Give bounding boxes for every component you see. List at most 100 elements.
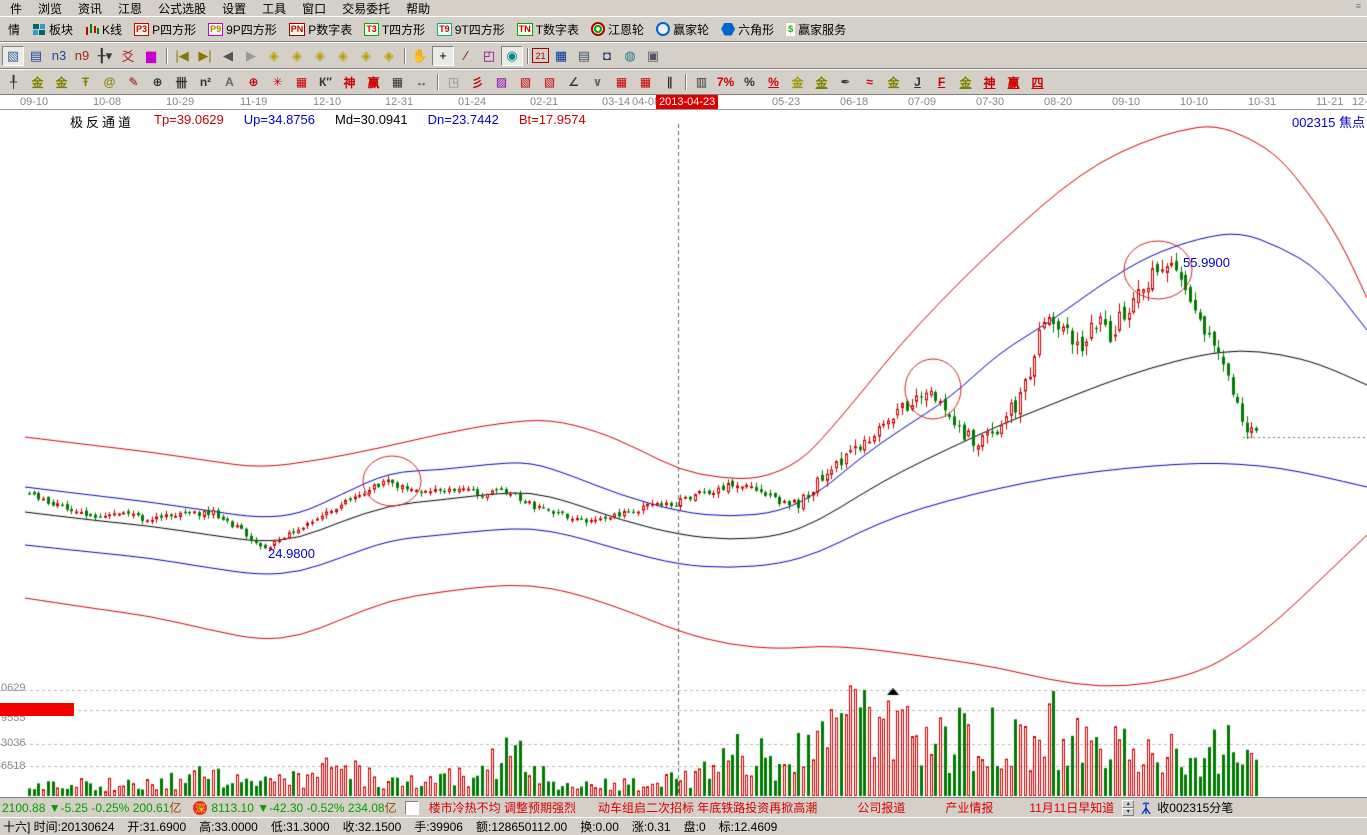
- ticker-splitter[interactable]: [405, 801, 419, 815]
- wave-icon[interactable]: ≈: [858, 72, 881, 92]
- diamond-nav-6-icon[interactable]: ◈: [378, 46, 400, 66]
- diamond-nav-4-icon[interactable]: ◈: [332, 46, 354, 66]
- percent-lines-icon[interactable]: %: [762, 72, 785, 92]
- gold-angle-icon[interactable]: 金: [954, 72, 977, 92]
- feature-kline[interactable]: K线: [79, 20, 128, 39]
- four-angle-icon[interactable]: 四: [1026, 72, 1049, 92]
- diamond-nav-3-icon[interactable]: ◈: [309, 46, 331, 66]
- menu-help[interactable]: 帮助: [398, 0, 438, 17]
- trendline-icon[interactable]: ∕: [455, 46, 477, 66]
- red-circle-cross-icon[interactable]: ⊕: [242, 72, 265, 92]
- spin-down-icon[interactable]: ▾: [1122, 808, 1134, 816]
- percent-7-icon[interactable]: 7%: [714, 72, 737, 92]
- feature-sectors[interactable]: 板块: [26, 20, 79, 39]
- print-icon[interactable]: ▣: [642, 46, 664, 66]
- feature-t-table[interactable]: TN T数字表: [511, 20, 585, 39]
- news-headline[interactable]: 楼市冷热不均 调整预期强烈: [429, 799, 576, 816]
- calendar-icon[interactable]: 21: [532, 48, 549, 63]
- feature-9p-square[interactable]: P9 9P四方形: [202, 20, 283, 39]
- last-bar-icon[interactable]: ▶|: [194, 46, 216, 66]
- feature-t-square[interactable]: T3 T四方形: [358, 20, 431, 39]
- menu-gann[interactable]: 江恩: [110, 0, 150, 17]
- feature-hexagon[interactable]: 六角形: [715, 20, 780, 39]
- angle-lines-icon[interactable]: ∠: [562, 72, 585, 92]
- f-line-icon[interactable]: Ŧ: [74, 72, 97, 92]
- red-diag-box-icon[interactable]: ▧: [538, 72, 561, 92]
- next-bar-icon[interactable]: ▶: [240, 46, 262, 66]
- parallel-lines-icon[interactable]: ∥: [658, 72, 681, 92]
- separator[interactable]: [524, 46, 531, 66]
- red-square-web-icon[interactable]: ▦: [290, 72, 313, 92]
- prev-bar-icon[interactable]: ◀: [217, 46, 239, 66]
- feature-winner-wheel[interactable]: 赢家轮: [650, 20, 715, 39]
- chart-n9-icon[interactable]: n9: [71, 46, 93, 66]
- ying-tool-icon[interactable]: 赢: [362, 72, 385, 92]
- feature-9t-square[interactable]: T9 9T四方形: [431, 20, 511, 39]
- shen-tool-icon[interactable]: 神: [338, 72, 361, 92]
- pen-flag-icon[interactable]: ✎: [122, 72, 145, 92]
- tick-detail-link[interactable]: 收002315分笔: [1157, 799, 1233, 816]
- main-chart-canvas[interactable]: [0, 110, 1367, 797]
- calculator-icon[interactable]: ▦: [550, 46, 572, 66]
- candle-style-icon[interactable]: ╂▾: [94, 46, 116, 66]
- ruler-grid-icon[interactable]: ▦: [386, 72, 409, 92]
- f-angle-icon[interactable]: F: [930, 72, 953, 92]
- ticker-spinner[interactable]: ▴▾: [1122, 800, 1134, 816]
- news-headline[interactable]: 产业情报: [945, 799, 993, 816]
- separator[interactable]: [163, 46, 170, 66]
- menu-file[interactable]: 件: [2, 0, 30, 17]
- knot-icon[interactable]: 爻: [117, 46, 139, 66]
- info-list-icon[interactable]: ▤: [25, 46, 47, 66]
- feature-quotes[interactable]: 情: [2, 20, 26, 39]
- width-measure-icon[interactable]: ↔: [410, 72, 433, 92]
- circle-ticks-icon[interactable]: ⊕: [146, 72, 169, 92]
- save-icon[interactable]: ◘: [596, 46, 618, 66]
- spin-up-icon[interactable]: ▴: [1122, 800, 1134, 808]
- menu-browse[interactable]: 浏览: [30, 0, 70, 17]
- shen-angle-icon[interactable]: 神: [978, 72, 1001, 92]
- diamond-nav-2-icon[interactable]: ◈: [286, 46, 308, 66]
- red-grid-icon[interactable]: ▦: [610, 72, 633, 92]
- scene-view-icon[interactable]: ▧: [2, 46, 24, 66]
- spiral-icon[interactable]: @: [98, 72, 121, 92]
- separator[interactable]: [401, 46, 408, 66]
- gold-circle-icon[interactable]: 金: [786, 72, 809, 92]
- gold-line-2-icon[interactable]: 金: [50, 72, 73, 92]
- ink-pen-icon[interactable]: ✒: [834, 72, 857, 92]
- news-headline[interactable]: 11月11日早知道: [1029, 799, 1114, 816]
- gold-levels-icon[interactable]: 金: [810, 72, 833, 92]
- feature-gann-wheel[interactable]: 江恩轮: [585, 20, 650, 39]
- j-angle-icon[interactable]: J: [906, 72, 929, 92]
- clamp-tool-icon[interactable]: ◰: [478, 46, 500, 66]
- crosshair-icon[interactable]: +: [432, 46, 454, 66]
- news-headline[interactable]: 公司报道: [857, 799, 905, 816]
- v-dotted-icon[interactable]: ∨: [586, 72, 609, 92]
- color-histogram-icon[interactable]: ▆: [140, 46, 162, 66]
- menu-settings[interactable]: 设置: [214, 0, 254, 17]
- menu-tools[interactable]: 工具: [254, 0, 294, 17]
- export-mail-icon[interactable]: ◍: [619, 46, 641, 66]
- box-select-icon[interactable]: ◳: [442, 72, 465, 92]
- grid-count-icon[interactable]: 卌: [170, 72, 193, 92]
- menu-window[interactable]: 窗口: [294, 0, 334, 17]
- menu-trade[interactable]: 交易委托: [334, 0, 398, 17]
- percent-icon[interactable]: %: [738, 72, 761, 92]
- k-double-icon[interactable]: К″: [314, 72, 337, 92]
- chart-n3-icon[interactable]: n3: [48, 46, 70, 66]
- n-square-icon[interactable]: n²: [194, 72, 217, 92]
- feature-p-table[interactable]: PN P数字表: [283, 20, 359, 39]
- brain-ai-icon[interactable]: ◉: [501, 46, 523, 66]
- red-grid-arrow-icon[interactable]: ▦: [634, 72, 657, 92]
- feature-p-square[interactable]: P3 P四方形: [128, 20, 202, 39]
- menu-news[interactable]: 资讯: [70, 0, 110, 17]
- purple-fan-icon[interactable]: ▨: [490, 72, 513, 92]
- red-x-box-icon[interactable]: ▧: [514, 72, 537, 92]
- mirror-a-icon[interactable]: A: [218, 72, 241, 92]
- first-bar-icon[interactable]: |◀: [171, 46, 193, 66]
- menu-formula-picker[interactable]: 公式选股: [150, 0, 214, 17]
- news-headline[interactable]: 动车组启二次招标 年底铁路投资再掀高潮: [598, 799, 817, 816]
- notepad-icon[interactable]: ▤: [573, 46, 595, 66]
- diamond-nav-5-icon[interactable]: ◈: [355, 46, 377, 66]
- separator[interactable]: [434, 72, 441, 92]
- hand-pan-icon[interactable]: ✋: [409, 46, 431, 66]
